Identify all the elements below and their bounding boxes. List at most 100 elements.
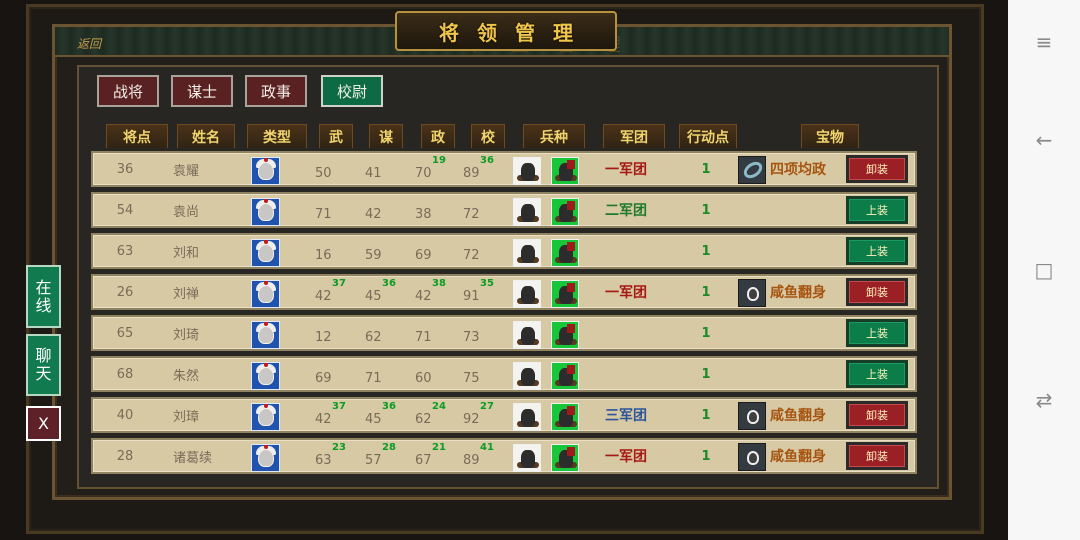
stat-number: 69 bbox=[415, 248, 432, 263]
stat-number: 38 bbox=[415, 207, 432, 222]
stat-number: 67 bbox=[415, 453, 432, 468]
treasure-name: 咸鱼翻身 bbox=[770, 449, 826, 465]
close-side-button[interactable]: X bbox=[26, 406, 61, 441]
cavalry-unit-icon[interactable] bbox=[551, 157, 579, 185]
stat-bonus: 27 bbox=[480, 401, 494, 412]
stat-number: 72 bbox=[463, 207, 480, 222]
corps-label: 一军团 bbox=[605, 285, 647, 301]
cavalry-unit-icon[interactable] bbox=[551, 280, 579, 308]
flag-icon bbox=[567, 160, 575, 169]
general-portrait-icon[interactable] bbox=[251, 280, 280, 308]
switch-app-icon[interactable]: ⇄ bbox=[1032, 388, 1056, 412]
unequip-button[interactable]: 卸装 bbox=[846, 278, 908, 306]
table-row: 68 朱然 69 71 60 75 1 上装 bbox=[91, 356, 917, 392]
general-portrait-icon[interactable] bbox=[251, 239, 280, 267]
infantry-unit-icon[interactable] bbox=[513, 280, 541, 308]
infantry-unit-icon[interactable] bbox=[513, 157, 541, 185]
online-label-2: 线 bbox=[35, 295, 52, 315]
equip-button[interactable]: 上装 bbox=[846, 319, 908, 347]
stat-number: 71 bbox=[365, 371, 382, 386]
cavalry-unit-icon[interactable] bbox=[551, 198, 579, 226]
infantry-unit-icon[interactable] bbox=[513, 239, 541, 267]
general-points: 54 bbox=[116, 202, 134, 218]
face-icon bbox=[258, 162, 274, 180]
cavalry-unit-icon[interactable] bbox=[551, 403, 579, 431]
general-portrait-icon[interactable] bbox=[251, 362, 280, 390]
unequip-button[interactable]: 卸装 bbox=[846, 155, 908, 183]
corps-label: 三军团 bbox=[605, 408, 647, 424]
cavalry-unit-icon[interactable] bbox=[551, 362, 579, 390]
table-row: 28 诸葛续 63 23 57 28 67 21 89 41 一军团 1 咸鱼翻身 卸装 bbox=[91, 438, 917, 474]
fish-icon[interactable] bbox=[738, 279, 766, 307]
back-icon[interactable]: ← bbox=[1032, 128, 1056, 152]
online-button[interactable]: 在线 bbox=[26, 265, 61, 328]
tab-4[interactable]: 校尉 bbox=[321, 75, 383, 107]
stat-number: 42 bbox=[315, 289, 332, 304]
stat-number: 60 bbox=[415, 371, 432, 386]
stat-number: 42 bbox=[365, 207, 382, 222]
general-name: 刘琦 bbox=[173, 327, 200, 343]
unequip-button[interactable]: 卸装 bbox=[846, 401, 908, 429]
infantry-unit-icon[interactable] bbox=[513, 444, 541, 472]
home-icon[interactable]: □ bbox=[1032, 258, 1056, 282]
stat-number: 62 bbox=[365, 330, 382, 345]
general-portrait-icon[interactable] bbox=[251, 157, 280, 185]
soldier-icon bbox=[521, 368, 535, 386]
stat-number: 63 bbox=[315, 453, 332, 468]
menu-icon[interactable]: ≡ bbox=[1032, 30, 1056, 54]
fish-icon[interactable] bbox=[738, 443, 766, 471]
face-icon bbox=[258, 203, 274, 221]
stat-number: 16 bbox=[315, 248, 332, 263]
general-portrait-icon[interactable] bbox=[251, 444, 280, 472]
chat-button[interactable]: 聊天 bbox=[26, 334, 61, 396]
stat-bonus: 21 bbox=[432, 442, 446, 453]
general-portrait-icon[interactable] bbox=[251, 321, 280, 349]
general-name: 朱然 bbox=[173, 368, 200, 384]
infantry-unit-icon[interactable] bbox=[513, 321, 541, 349]
face-icon bbox=[258, 244, 274, 262]
cavalry-unit-icon[interactable] bbox=[551, 321, 579, 349]
corps-label: 一军团 bbox=[605, 449, 647, 465]
face-icon bbox=[258, 408, 274, 426]
stat-number: 45 bbox=[365, 412, 382, 427]
equip-button[interactable]: 上装 bbox=[846, 237, 908, 265]
table-row: 36 袁耀 50 41 70 19 89 36 一军团 1 四项均政 卸装 bbox=[91, 151, 917, 187]
cavalry-unit-icon[interactable] bbox=[551, 444, 579, 472]
tab-3[interactable]: 政事 bbox=[245, 75, 307, 107]
treasure-name: 四项均政 bbox=[770, 162, 826, 178]
fish-icon[interactable] bbox=[738, 402, 766, 430]
general-portrait-icon[interactable] bbox=[251, 403, 280, 431]
treasure-name: 咸鱼翻身 bbox=[770, 285, 826, 301]
stat-number: 45 bbox=[365, 289, 382, 304]
stat-number: 89 bbox=[463, 453, 480, 468]
column-header-3: 类型 bbox=[247, 124, 307, 148]
infantry-unit-icon[interactable] bbox=[513, 403, 541, 431]
back-button[interactable]: 返回 bbox=[77, 35, 101, 52]
general-name: 袁耀 bbox=[173, 163, 200, 179]
general-portrait-icon[interactable] bbox=[251, 198, 280, 226]
equip-button[interactable]: 上装 bbox=[846, 196, 908, 224]
general-points: 26 bbox=[116, 284, 134, 300]
stat-number: 89 bbox=[463, 166, 480, 181]
stat-bonus: 36 bbox=[480, 155, 494, 166]
tab-1[interactable]: 战将 bbox=[97, 75, 159, 107]
tab-2[interactable]: 谋士 bbox=[171, 75, 233, 107]
stat-number: 62 bbox=[415, 412, 432, 427]
face-icon bbox=[258, 449, 274, 467]
fish-shape bbox=[747, 451, 759, 465]
unequip-button[interactable]: 卸装 bbox=[846, 442, 908, 470]
column-header-10: 行动点 bbox=[679, 124, 737, 148]
infantry-unit-icon[interactable] bbox=[513, 198, 541, 226]
face-icon bbox=[258, 326, 274, 344]
infantry-unit-icon[interactable] bbox=[513, 362, 541, 390]
stat-number: 75 bbox=[463, 371, 480, 386]
equip-button[interactable]: 上装 bbox=[846, 360, 908, 388]
action-points: 1 bbox=[701, 243, 711, 259]
soldier-icon bbox=[521, 163, 535, 181]
cavalry-unit-icon[interactable] bbox=[551, 239, 579, 267]
general-name: 刘和 bbox=[173, 245, 200, 261]
chat-label-2: 天 bbox=[35, 364, 52, 383]
stat-number: 70 bbox=[415, 166, 432, 181]
ring-icon[interactable] bbox=[738, 156, 766, 184]
table-row: 40 刘璋 42 37 45 36 62 24 92 27 三军团 1 咸鱼翻身 卸装 bbox=[91, 397, 917, 433]
